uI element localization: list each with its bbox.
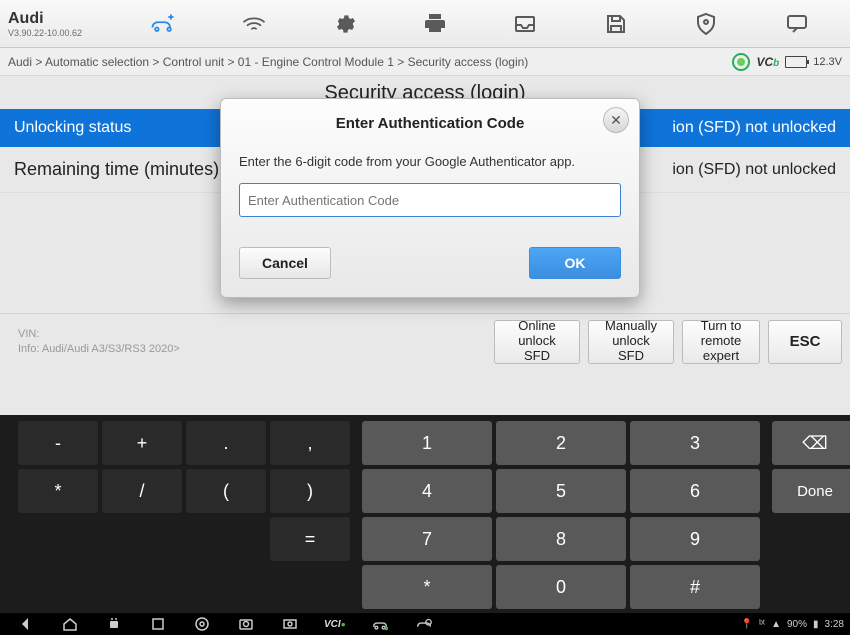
gear-icon[interactable] (326, 6, 362, 42)
auth-code-input[interactable] (239, 183, 621, 217)
auth-code-modal: ✕ Enter Authentication Code Enter the 6-… (220, 98, 640, 298)
save-icon[interactable] (598, 6, 634, 42)
home-icon[interactable] (60, 616, 80, 632)
key-5[interactable]: 5 (496, 469, 626, 513)
location-icon: 📍 (741, 619, 753, 630)
print-icon[interactable] (417, 6, 453, 42)
key-#[interactable]: # (630, 565, 760, 609)
sysbar-right: 📍 ᵇᵗ ▲ 90% ▮ 3:28 (741, 619, 844, 630)
footer-row: VIN: Info: Audi/Audi A3/S3/RS3 2020> Onl… (0, 313, 850, 369)
chat-icon[interactable] (779, 6, 815, 42)
car-plus-icon[interactable] (145, 6, 181, 42)
battery-small-icon: ▮ (813, 619, 819, 630)
key-*[interactable]: * (362, 565, 492, 609)
key-/[interactable]: / (102, 469, 182, 513)
online-unlock-button[interactable]: Online unlock SFD (494, 320, 580, 364)
key-.[interactable]: . (186, 421, 266, 465)
cancel-button[interactable]: Cancel (239, 247, 331, 279)
chrome-icon[interactable] (192, 616, 212, 632)
user-car-icon[interactable] (414, 616, 434, 632)
key-,[interactable]: , (270, 421, 350, 465)
key-*[interactable]: * (18, 469, 98, 513)
clock: 3:28 (825, 619, 844, 630)
close-icon[interactable]: ✕ (603, 107, 629, 133)
info-label: Info: Audi/Audi A3/S3/RS3 2020> (18, 342, 180, 356)
vin-label: VIN: (18, 327, 180, 341)
key-2[interactable]: 2 (496, 421, 626, 465)
battery-percent: 90% (787, 619, 807, 630)
camera-icon[interactable] (236, 616, 256, 632)
key-7[interactable]: 7 (362, 517, 492, 561)
breadcrumb-bar: Audi > Automatic selection > Control uni… (0, 48, 850, 76)
key-4[interactable]: 4 (362, 469, 492, 513)
system-nav-bar: VCI● 📍 ᵇᵗ ▲ 90% ▮ 3:28 (0, 613, 850, 635)
vehicle-info: VIN: Info: Audi/Audi A3/S3/RS3 2020> (8, 327, 190, 356)
status-icons: VCb 12.3V (732, 53, 842, 71)
vcb-label: VCb (756, 55, 779, 69)
key-8[interactable]: 8 (496, 517, 626, 561)
key-+[interactable]: + (102, 421, 182, 465)
status-value: ion (SFD) not unlocked (672, 119, 836, 137)
done-key[interactable]: Done (772, 469, 850, 513)
key-0[interactable]: 0 (496, 565, 626, 609)
back-icon[interactable] (16, 616, 36, 632)
key-1[interactable]: 1 (362, 421, 492, 465)
backspace-key[interactable]: ⌫ (772, 421, 850, 465)
recent-icon[interactable] (148, 616, 168, 632)
vci-icon[interactable]: VCI● (324, 616, 346, 632)
key-9[interactable]: 9 (630, 517, 760, 561)
modal-message: Enter the 6-digit code from your Google … (239, 154, 621, 169)
brand-block: Audi V3.90.22-10.00.62 (0, 6, 110, 42)
car-status-icon[interactable] (370, 616, 390, 632)
remote-expert-button[interactable]: Turn to remote expert (682, 320, 760, 364)
wifi-small-icon: ▲ (771, 619, 781, 630)
esc-button[interactable]: ESC (768, 320, 842, 364)
status-label: Remaining time (minutes) (14, 159, 219, 180)
key-3[interactable]: 3 (630, 421, 760, 465)
globe-icon (732, 53, 750, 71)
brand-title: Audi (8, 10, 102, 28)
app-header: Audi V3.90.22-10.00.62 (0, 0, 850, 48)
key-)[interactable]: ) (270, 469, 350, 513)
modal-title: Enter Authentication Code (239, 115, 621, 132)
shield-icon[interactable] (688, 6, 724, 42)
key-6[interactable]: 6 (630, 469, 760, 513)
key-=[interactable]: = (270, 517, 350, 561)
key--[interactable]: - (18, 421, 98, 465)
numeric-keyboard: -+.,*/()= 123456789*0# ⌫ Done (0, 415, 850, 613)
brightness-icon[interactable] (280, 616, 300, 632)
manual-unlock-button[interactable]: Manually unlock SFD (588, 320, 674, 364)
top-toolbar (110, 6, 850, 42)
android-icon[interactable] (104, 616, 124, 632)
bt-icon: ᵇᵗ (759, 619, 765, 630)
battery-icon (785, 56, 807, 68)
breadcrumb: Audi > Automatic selection > Control uni… (8, 55, 732, 69)
ok-button[interactable]: OK (529, 247, 621, 279)
key-([interactable]: ( (186, 469, 266, 513)
status-value: ion (SFD) not unlocked (672, 161, 836, 179)
brand-version: V3.90.22-10.00.62 (8, 28, 102, 38)
status-label: Unlocking status (14, 119, 131, 137)
voltage-value: 12.3V (813, 56, 842, 68)
wifi-icon[interactable] (236, 6, 272, 42)
inbox-icon[interactable] (507, 6, 543, 42)
